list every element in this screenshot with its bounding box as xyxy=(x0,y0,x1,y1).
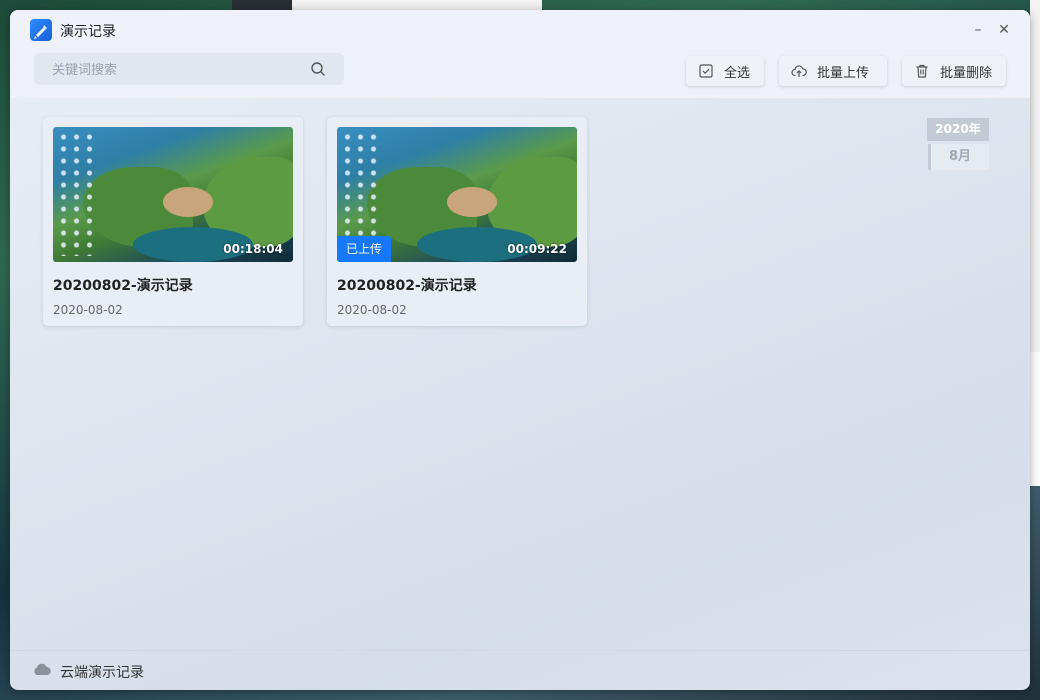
app-logo-icon xyxy=(30,19,52,41)
window-title: 演示记录 xyxy=(60,24,116,40)
close-button[interactable]: ✕ xyxy=(996,22,1012,38)
search-input[interactable] xyxy=(50,59,304,81)
checkbox-icon xyxy=(699,64,713,78)
video-duration: 00:18:04 xyxy=(223,242,283,256)
trash-icon xyxy=(916,64,928,78)
app-window: 演示记录 – ✕ 全选 批量上传 xyxy=(10,10,1030,690)
batch-upload-button[interactable]: 批量上传 xyxy=(779,56,887,86)
cloud-icon xyxy=(34,663,51,675)
record-date: 2020-08-02 xyxy=(53,303,123,317)
record-title: 20200802-演示记录 xyxy=(337,278,477,294)
select-all-button[interactable]: 全选 xyxy=(686,56,764,86)
record-card[interactable]: 00:18:04 20200802-演示记录 2020-08-02 xyxy=(43,117,303,326)
background-window-edge xyxy=(1030,352,1040,486)
batch-delete-label: 批量删除 xyxy=(940,65,993,81)
cloud-upload-icon xyxy=(791,65,807,77)
batch-upload-label: 批量上传 xyxy=(817,65,870,81)
select-all-label: 全选 xyxy=(724,65,751,81)
minimize-button[interactable]: – xyxy=(970,22,986,38)
video-thumbnail[interactable]: 已上传 00:09:22 xyxy=(337,127,577,262)
timeline-year[interactable]: 2020年 xyxy=(927,118,989,141)
footer: 云端演示记录 xyxy=(10,650,1030,690)
cloud-records-link[interactable]: 云端演示记录 xyxy=(60,662,144,682)
timeline-month[interactable]: 8月 xyxy=(928,144,989,170)
record-card[interactable]: 已上传 00:09:22 20200802-演示记录 2020-08-02 xyxy=(327,117,587,326)
header: 演示记录 – ✕ 全选 批量上传 xyxy=(10,10,1030,98)
search-box xyxy=(34,53,344,85)
video-thumbnail[interactable]: 00:18:04 xyxy=(53,127,293,262)
batch-delete-button[interactable]: 批量删除 xyxy=(902,56,1006,86)
background-window-edge xyxy=(1030,0,1040,352)
background-window-edge xyxy=(292,0,542,10)
video-duration: 00:09:22 xyxy=(507,242,567,256)
search-icon[interactable] xyxy=(310,61,326,77)
uploaded-badge: 已上传 xyxy=(337,236,391,262)
record-title: 20200802-演示记录 xyxy=(53,278,193,294)
desktop-background xyxy=(232,0,292,10)
record-date: 2020-08-02 xyxy=(337,303,407,317)
